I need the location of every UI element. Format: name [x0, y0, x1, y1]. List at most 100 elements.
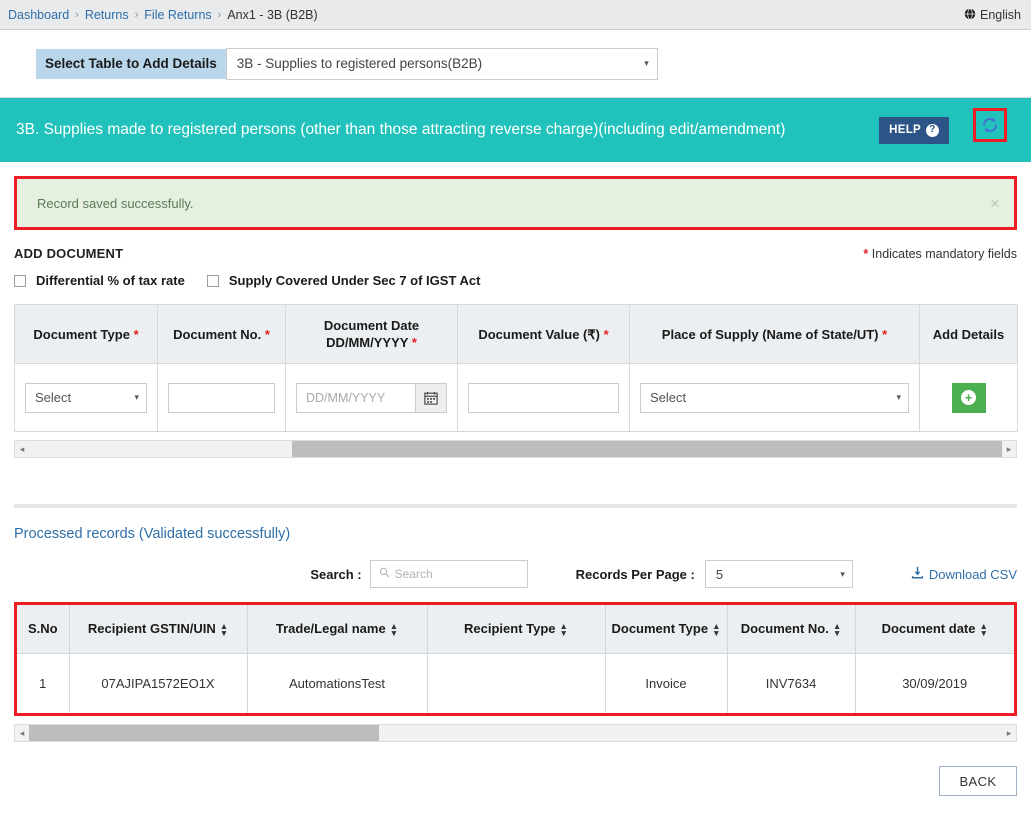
records-per-page-label: Records Per Page : — [575, 566, 695, 582]
scrollbar-thumb[interactable] — [291, 441, 1002, 457]
search-placeholder: Search — [394, 567, 433, 581]
column-label: Recipient GSTIN/UIN — [87, 621, 216, 636]
column-header-document-date[interactable]: Document date ▲ ▼ — [855, 605, 1014, 654]
column-header-trade-name[interactable]: Trade/Legal name ▲ ▼ — [247, 605, 428, 654]
breadcrumb-item-current: Anx1 - 3B (B2B) — [227, 7, 318, 22]
search-input[interactable]: Search — [369, 560, 528, 588]
add-document-horizontal-scrollbar[interactable]: ◂ ▸ — [14, 440, 1017, 458]
checkbox-differential-tax-rate-label: Differential % of tax rate — [36, 273, 185, 288]
select-table-section: Select Table to Add Details 3B - Supplie… — [0, 30, 1031, 98]
section-title: 3B. Supplies made to registered persons … — [16, 121, 786, 138]
column-label: Document No. — [173, 326, 262, 342]
asterisk-icon: * — [264, 326, 270, 342]
checkbox-sec7-igst-label: Supply Covered Under Sec 7 of IGST Act — [228, 273, 481, 288]
footer-actions: BACK — [14, 766, 1017, 797]
cell-document-value — [457, 363, 630, 432]
cell-sno: 1 — [17, 653, 70, 714]
scrollbar-thumb[interactable] — [29, 725, 380, 742]
asterisk-icon: * — [133, 326, 139, 342]
refresh-icon[interactable] — [981, 116, 999, 134]
sort-icon: ▲ ▼ — [389, 620, 399, 638]
download-icon — [911, 566, 924, 582]
add-document-title: ADD DOCUMENT — [14, 246, 124, 261]
column-header-document-no[interactable]: Document No. ▲ ▼ — [727, 605, 856, 654]
column-header-document-value: Document Value (₹) * — [457, 304, 630, 364]
page-body: Record saved successfully. × ADD DOCUMEN… — [0, 176, 1031, 797]
column-label: Document Date — [323, 318, 420, 333]
breadcrumb-item-file-returns[interactable]: File Returns — [144, 8, 211, 22]
help-button[interactable]: HELP ? — [879, 116, 949, 144]
chevron-down-icon: ▾ — [644, 58, 649, 68]
column-header-document-type: Document Type * — [14, 304, 158, 364]
breadcrumb-item-dashboard[interactable]: Dashboard — [8, 8, 69, 22]
column-header-sno: S.No — [17, 605, 70, 654]
select-table-dropdown[interactable]: 3B - Supplies to registered persons(B2B)… — [225, 47, 658, 80]
cell-document-date: DD/MM/YYYY — [285, 363, 458, 432]
column-label: Place of Supply (Name of State/UT) — [661, 326, 879, 342]
records-per-page-select[interactable]: 5 ▾ — [704, 560, 853, 588]
sort-icon: ▲ ▼ — [712, 620, 721, 638]
document-value-input[interactable] — [468, 382, 619, 413]
add-document-input-row: Select ▾ DD/MM/YYYY Select ▾ + — [14, 363, 1018, 432]
cell-document-type: Invoice — [605, 653, 728, 714]
column-header-recipient-type[interactable]: Recipient Type ▲ ▼ — [427, 605, 606, 654]
records-highlight-box: S.No Recipient GSTIN/UIN ▲ ▼ Trade/Legal n… — [14, 602, 1017, 717]
records-horizontal-scrollbar[interactable]: ◂ ▸ — [14, 724, 1017, 743]
column-label: Recipient Type — [464, 621, 556, 636]
chevron-down-icon: ▾ — [896, 392, 901, 402]
add-details-button[interactable]: + — [951, 382, 986, 413]
records-header-row: S.No Recipient GSTIN/UIN ▲ ▼ Trade/Legal n… — [17, 605, 1014, 654]
cell-recipient-type — [427, 653, 606, 714]
chevron-down-icon: ▾ — [840, 568, 845, 579]
breadcrumb: Dashboard › Returns › File Returns › Anx… — [0, 0, 1031, 30]
mandatory-fields-note: * Indicates mandatory fields — [863, 247, 1017, 261]
back-button[interactable]: BACK — [939, 766, 1017, 797]
column-header-document-type[interactable]: Document Type ▲ ▼ — [605, 605, 728, 654]
breadcrumb-item-returns[interactable]: Returns — [85, 8, 129, 22]
column-header-recipient-gstin[interactable]: Recipient GSTIN/UIN ▲ ▼ — [69, 605, 248, 654]
language-selector[interactable]: English — [964, 8, 1021, 22]
sort-icon: ▲ ▼ — [832, 620, 842, 638]
search-label: Search : — [310, 566, 362, 582]
download-csv-link[interactable]: Download CSV — [911, 566, 1017, 582]
column-header-document-date: Document Date DD/MM/YYYY * — [285, 304, 458, 364]
plus-icon: + — [961, 390, 976, 405]
table-row[interactable]: 1 07AJIPA1572EO1X AutomationsTest Invoic… — [17, 653, 1014, 714]
records-controls: Search : Search Records Per Page : 5 ▾ D… — [14, 560, 1017, 588]
checkbox-sec7-igst[interactable] — [206, 274, 219, 287]
asterisk-icon: * — [882, 326, 888, 342]
add-document-options: Differential % of tax rate Supply Covere… — [14, 273, 1017, 288]
column-label: Document No. — [740, 621, 829, 636]
column-label: Document date — [881, 621, 976, 636]
breadcrumb-separator-icon: › — [134, 8, 139, 21]
cell-document-date: 30/09/2019 — [855, 653, 1014, 714]
cell-document-type: Select ▾ — [14, 363, 158, 432]
column-label: Document Type — [611, 621, 709, 636]
section-divider — [14, 504, 1017, 508]
sort-icon: ▲ ▼ — [979, 620, 988, 638]
document-no-input[interactable] — [168, 382, 275, 413]
mandatory-note-text: Indicates mandatory fields — [868, 247, 1017, 261]
add-document-table: Document Type * Document No. * Document … — [14, 304, 1018, 432]
scrollbar-track[interactable] — [29, 725, 1002, 742]
calendar-icon[interactable] — [415, 382, 447, 413]
add-document-header-row: Document Type * Document No. * Document … — [14, 304, 1018, 364]
breadcrumb-separator-icon: › — [75, 8, 79, 21]
document-type-select[interactable]: Select ▾ — [25, 382, 147, 413]
checkbox-differential-tax-rate[interactable] — [14, 274, 26, 287]
scroll-left-arrow-icon[interactable]: ◂ — [15, 444, 29, 454]
document-date-group: DD/MM/YYYY — [296, 382, 447, 413]
scroll-right-arrow-icon[interactable]: ▸ — [1002, 728, 1016, 738]
chevron-down-icon: ▾ — [134, 392, 139, 402]
scroll-left-arrow-icon[interactable]: ◂ — [15, 728, 29, 738]
download-csv-label: Download CSV — [928, 566, 1017, 582]
help-label: HELP — [889, 124, 921, 136]
place-of-supply-select[interactable]: Select ▾ — [640, 382, 909, 413]
alert-highlight-box: Record saved successfully. × — [14, 176, 1017, 230]
close-icon[interactable]: × — [990, 195, 1000, 212]
scrollbar-track[interactable] — [29, 441, 1002, 457]
asterisk-icon: * — [411, 335, 417, 350]
document-date-input[interactable]: DD/MM/YYYY — [296, 382, 415, 413]
cell-place-of-supply: Select ▾ — [629, 363, 920, 432]
scroll-right-arrow-icon[interactable]: ▸ — [1002, 444, 1016, 454]
